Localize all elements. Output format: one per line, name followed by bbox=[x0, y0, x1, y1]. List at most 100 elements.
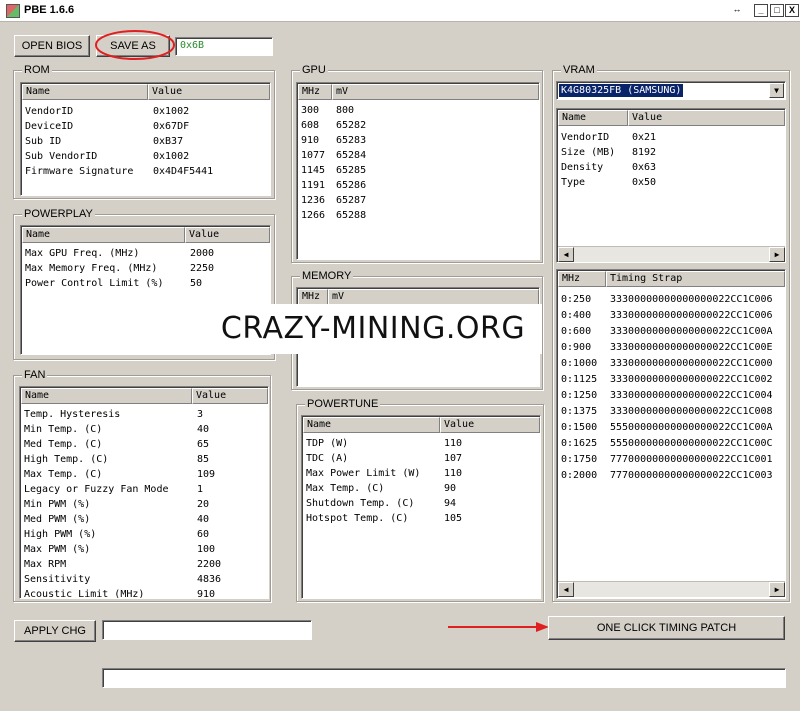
fan-list[interactable]: Name Value Temp. Hysteresis 3 Min Temp. (C… bbox=[19, 386, 269, 599]
cell-strap: 77700000000000000022CC1C003 bbox=[610, 470, 773, 481]
cell-mhz: 0:600 bbox=[561, 326, 592, 337]
cell-value: 910 bbox=[197, 589, 216, 599]
title-bar: PBE 1.6.6 ↔ _ □ X bbox=[0, 0, 800, 22]
cell-name: Density bbox=[561, 162, 604, 173]
cell-name: Acoustic Limit (MHz) bbox=[24, 589, 145, 599]
cell-value: 0x67DF bbox=[153, 121, 190, 132]
cell-mv: 65285 bbox=[336, 165, 367, 176]
scroll-left-icon[interactable]: ◀ bbox=[558, 247, 574, 262]
cell-mv: 65284 bbox=[336, 150, 367, 161]
close-button[interactable]: X bbox=[785, 4, 799, 17]
cell-strap: 33300000000000000022CC1C006 bbox=[610, 294, 773, 305]
cell-mhz: 0:2000 bbox=[561, 470, 598, 481]
powertune-group-label: POWERTUNE bbox=[305, 398, 381, 410]
cell-name: High PWM (%) bbox=[24, 529, 97, 540]
gpu-group: GPU MHz mV 300 800 608 65282 910 65283 1077 652… bbox=[291, 64, 543, 263]
timing-hscrollbar[interactable]: ◀ ▶ bbox=[558, 581, 785, 597]
cell-mhz: 608 bbox=[301, 120, 320, 131]
vram-select[interactable]: K4G80325FB (SAMSUNG) ▼ bbox=[556, 81, 786, 100]
vram-col-name[interactable]: Name bbox=[558, 110, 628, 126]
cell-value: 0x1002 bbox=[153, 151, 190, 162]
cell-mhz: 910 bbox=[301, 135, 320, 146]
rom-col-name[interactable]: Name bbox=[22, 84, 148, 100]
cell-value: 8192 bbox=[632, 147, 657, 158]
annotation-circle-icon bbox=[95, 30, 175, 60]
powertune-col-name[interactable]: Name bbox=[303, 417, 440, 433]
timing-col-mhz[interactable]: MHz bbox=[558, 271, 606, 287]
cell-value: 3 bbox=[197, 409, 204, 420]
powerplay-col-value[interactable]: Value bbox=[185, 227, 270, 243]
cell-name: Sensitivity bbox=[24, 574, 91, 585]
gpu-col-mv[interactable]: mV bbox=[332, 84, 539, 100]
cell-mhz: 1145 bbox=[301, 165, 326, 176]
restore-arrows-icon[interactable]: ↔ bbox=[730, 4, 744, 17]
gpu-list[interactable]: MHz mV 300 800 608 65282 910 65283 1077 65284 11… bbox=[296, 82, 540, 260]
cell-mhz: 0:250 bbox=[561, 294, 592, 305]
rom-col-value[interactable]: Value bbox=[148, 84, 270, 100]
scroll-right-icon[interactable]: ▶ bbox=[769, 247, 785, 262]
cell-mv: 65288 bbox=[336, 210, 367, 221]
minimize-button[interactable]: _ bbox=[754, 4, 768, 17]
cell-name: Firmware Signature bbox=[25, 166, 134, 177]
cell-value: 109 bbox=[197, 469, 216, 480]
powertune-group: POWERTUNE Name Value TDP (W) 110 TDC (A) 10… bbox=[296, 398, 544, 602]
cell-value: 65 bbox=[197, 439, 210, 450]
chevron-down-icon[interactable]: ▼ bbox=[769, 83, 784, 98]
cell-name: Max GPU Freq. (MHz) bbox=[25, 248, 140, 259]
cell-strap: 33300000000000000022CC1C006 bbox=[610, 310, 773, 321]
cell-mhz: 0:1000 bbox=[561, 358, 598, 369]
cell-mhz: 0:1750 bbox=[561, 454, 598, 465]
cell-name: Sub ID bbox=[25, 136, 62, 147]
cell-mv: 65287 bbox=[336, 195, 367, 206]
fan-col-value[interactable]: Value bbox=[192, 388, 268, 404]
cell-value: 40 bbox=[197, 424, 210, 435]
cell-name: Hotspot Temp. (C) bbox=[306, 513, 409, 524]
cell-name: Shutdown Temp. (C) bbox=[306, 498, 415, 509]
cell-value: 100 bbox=[197, 544, 216, 555]
cell-name: Max Power Limit (W) bbox=[306, 468, 421, 479]
cell-name: Power Control Limit (%) bbox=[25, 278, 164, 289]
cell-strap: 77700000000000000022CC1C001 bbox=[610, 454, 773, 465]
apply-changes-button[interactable]: APPLY CHG bbox=[14, 620, 96, 642]
one-click-timing-patch-button[interactable]: ONE CLICK TIMING PATCH bbox=[548, 616, 785, 640]
cell-name: Size (MB) bbox=[561, 147, 616, 158]
gpu-col-mhz[interactable]: MHz bbox=[298, 84, 332, 100]
vram-col-value[interactable]: Value bbox=[628, 110, 785, 126]
cell-value: 1 bbox=[197, 484, 204, 495]
cell-value: 107 bbox=[444, 453, 463, 464]
cell-name: High Temp. (C) bbox=[24, 454, 109, 465]
memory-col-mv[interactable]: mV bbox=[328, 289, 539, 305]
fan-group: FAN Name Value Temp. Hysteresis 3 Min Temp… bbox=[13, 369, 271, 602]
memory-col-mhz[interactable]: MHz bbox=[298, 289, 328, 305]
maximize-button[interactable]: □ bbox=[770, 4, 784, 17]
cell-name: Max PWM (%) bbox=[24, 544, 91, 555]
cell-mv: 65286 bbox=[336, 180, 367, 191]
vram-info-list[interactable]: Name Value VendorID 0x21 Size (MB) 8192 Dens… bbox=[556, 108, 786, 263]
cell-value: 94 bbox=[444, 498, 457, 509]
cell-name: TDC (A) bbox=[306, 453, 349, 464]
rom-group: ROM Name Value VendorID 0x1002 DeviceID 0x6… bbox=[13, 64, 275, 199]
cell-name: Med PWM (%) bbox=[24, 514, 91, 525]
cell-mhz: 0:1375 bbox=[561, 406, 598, 417]
scroll-right-icon[interactable]: ▶ bbox=[769, 582, 785, 597]
timing-strap-list[interactable]: MHz Timing Strap 0:250 333000000000000000… bbox=[556, 269, 786, 599]
apply-field[interactable] bbox=[102, 620, 312, 640]
cell-name: Max Temp. (C) bbox=[24, 469, 103, 480]
memory-group-label: MEMORY bbox=[300, 270, 354, 282]
cell-mhz: 300 bbox=[301, 105, 320, 116]
powerplay-col-name[interactable]: Name bbox=[22, 227, 185, 243]
checksum-field[interactable]: 0x6B bbox=[175, 37, 273, 56]
cell-mhz: 0:1125 bbox=[561, 374, 598, 385]
powertune-col-value[interactable]: Value bbox=[440, 417, 540, 433]
cell-strap: 33300000000000000022CC1C00E bbox=[610, 342, 773, 353]
fan-col-name[interactable]: Name bbox=[21, 388, 192, 404]
scroll-left-icon[interactable]: ◀ bbox=[558, 582, 574, 597]
cell-value: 85 bbox=[197, 454, 210, 465]
vram-info-hscrollbar[interactable]: ◀ ▶ bbox=[558, 246, 785, 262]
open-bios-button[interactable]: OPEN BIOS bbox=[14, 35, 90, 57]
cell-mv: 65283 bbox=[336, 135, 367, 146]
cell-strap: 33300000000000000022CC1C00A bbox=[610, 326, 773, 337]
timing-col-strap[interactable]: Timing Strap bbox=[606, 271, 785, 287]
rom-list[interactable]: Name Value VendorID 0x1002 DeviceID 0x67DF S… bbox=[20, 82, 271, 196]
powertune-list[interactable]: Name Value TDP (W) 110 TDC (A) 107 Max Power… bbox=[301, 415, 541, 599]
